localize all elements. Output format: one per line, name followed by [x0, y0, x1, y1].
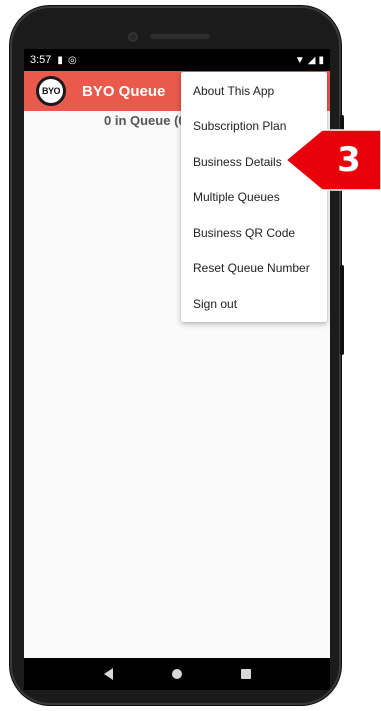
app-title: BYO Queue: [82, 82, 166, 100]
status-bar: 3:57 ▮ ◎ ▼ ◢ ▮: [24, 49, 330, 71]
app-logo: BYO: [36, 76, 66, 106]
at-icon: ◎: [67, 54, 77, 66]
menu-item-about[interactable]: About This App: [181, 73, 327, 109]
battery-icon: ▮: [318, 54, 324, 66]
sd-card-icon: ▮: [57, 54, 63, 66]
status-icons-right: ▼ ◢ ▮: [295, 55, 324, 66]
callout-number: 3: [337, 140, 361, 180]
volume-button[interactable]: [340, 265, 344, 355]
signal-icon: ◢: [307, 54, 316, 66]
system-nav-bar: [24, 658, 330, 690]
step-callout: 3: [286, 126, 381, 206]
earpiece-speaker: [150, 34, 210, 39]
wifi-icon: ▼: [294, 54, 305, 66]
front-camera: [128, 32, 138, 42]
menu-item-sign-out[interactable]: Sign out: [181, 286, 327, 322]
home-icon[interactable]: [171, 669, 182, 679]
menu-item-business-qr-code[interactable]: Business QR Code: [181, 215, 327, 251]
back-icon[interactable]: [103, 668, 113, 680]
status-time: 3:57: [30, 54, 52, 66]
app-logo-text: BYO: [41, 86, 61, 96]
menu-item-reset-queue-number[interactable]: Reset Queue Number: [181, 251, 327, 287]
queue-count-label: 0 in Queue (0: [104, 113, 186, 128]
recent-apps-icon[interactable]: [240, 669, 251, 679]
